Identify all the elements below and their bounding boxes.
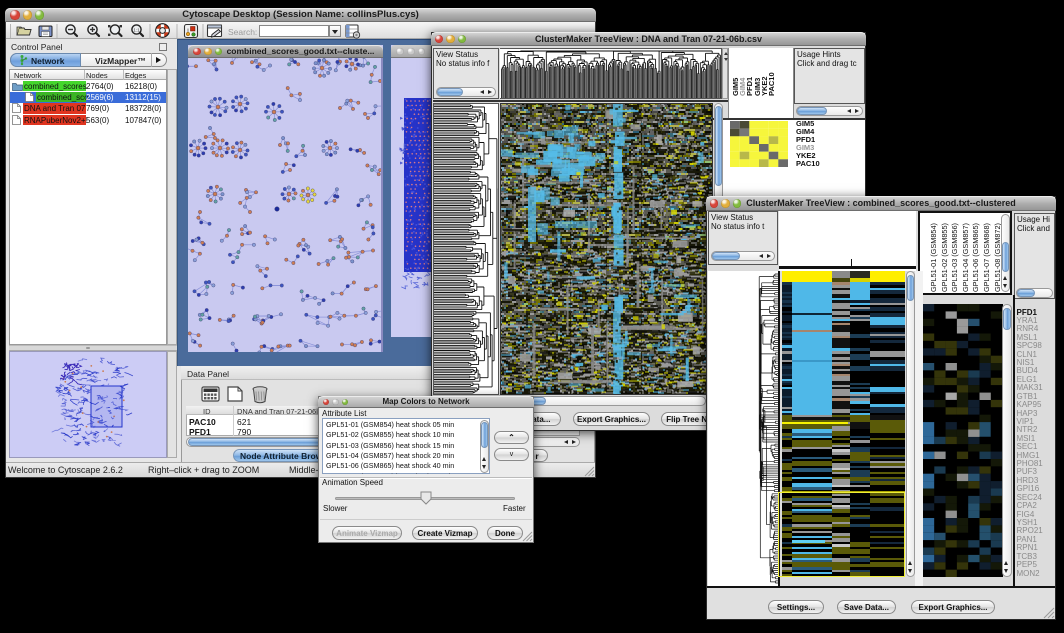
svg-text:1:1: 1:1 <box>133 28 140 33</box>
